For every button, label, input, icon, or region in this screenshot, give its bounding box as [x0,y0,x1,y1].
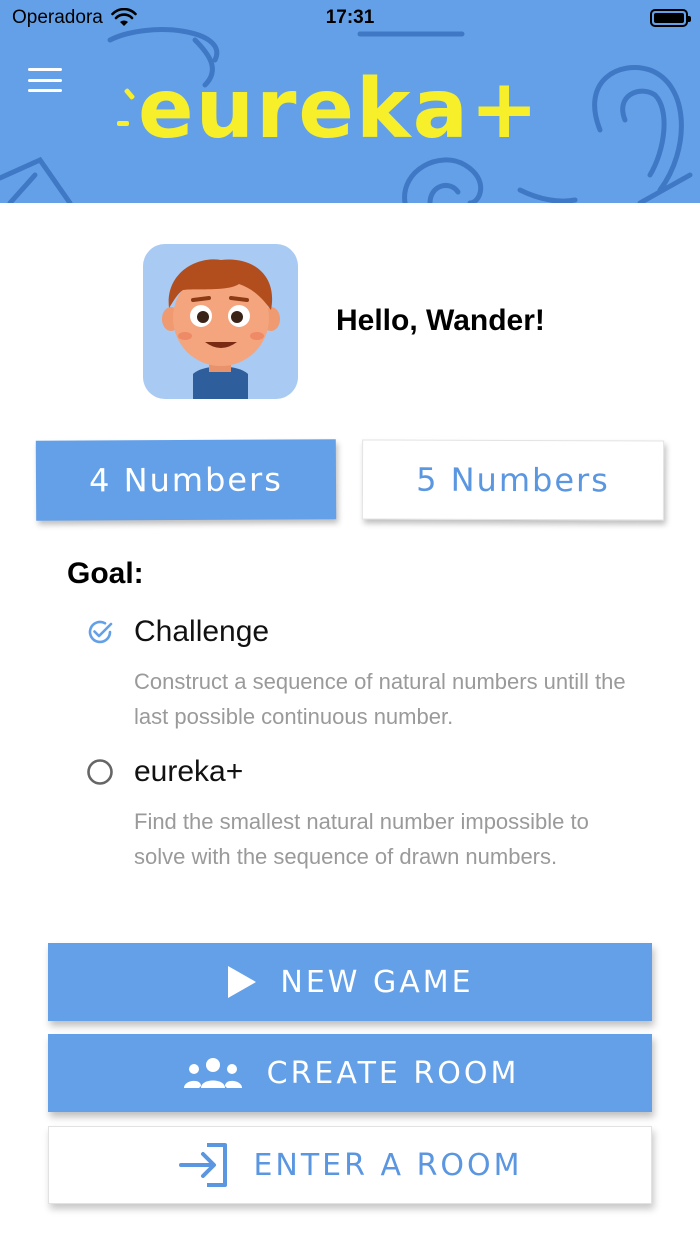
option-description: Find the smallest natural number impossi… [134,809,589,869]
tab-5-numbers[interactable]: 5 Numbers [361,439,665,521]
app-logo: eureka+ [138,62,541,157]
logo-accent [117,121,129,126]
carrier-label: Operadora [12,7,103,28]
option-label: Challenge [134,615,270,648]
wifi-icon [111,8,137,26]
avatar [143,244,298,399]
new-game-button[interactable]: NEW GAME [48,943,652,1021]
battery-icon [650,9,691,27]
create-room-button[interactable]: CREATE ROOM [48,1034,652,1112]
boy-avatar-illustration [162,259,280,399]
option-description: Construct a sequence of natural numbers … [134,669,626,729]
create-room-label: CREATE ROOM [266,1055,520,1091]
tab-4-numbers[interactable]: 4 Numbers [35,439,337,521]
status-bar: Operadora 17:31 [0,0,700,36]
group-icon [181,1056,245,1090]
goal-option-challenge[interactable]: Challenge Construct a sequence of natura… [86,612,646,734]
login-icon [177,1141,231,1189]
check-circle-icon [86,618,114,646]
enter-room-button[interactable]: ENTER A ROOM [48,1126,652,1204]
tab-label: 4 Numbers [89,460,283,500]
status-left: Operadora [12,7,137,29]
greeting-text: Hello, Wander! [336,304,545,337]
enter-room-label: ENTER A ROOM [253,1147,523,1183]
goal-option-eureka[interactable]: eureka+ Find the smallest natural number… [86,752,646,874]
hamburger-icon[interactable] [28,68,62,92]
new-game-label: NEW GAME [280,964,474,1000]
play-icon [226,964,258,1000]
app-header: Operadora 17:31 eureka+ [0,0,700,203]
option-label: eureka+ [134,755,244,788]
goal-heading: Goal: [67,557,144,590]
radio-empty-icon [86,758,114,786]
tab-label: 5 Numbers [416,460,610,500]
